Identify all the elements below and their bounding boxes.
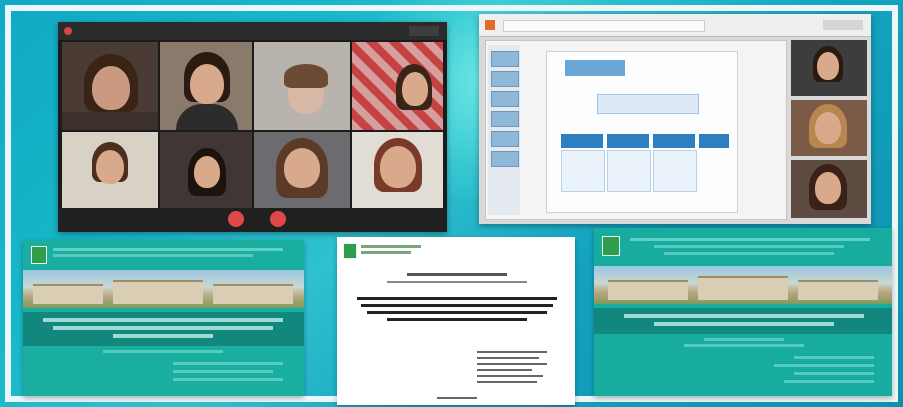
- participant-tile: [62, 42, 158, 130]
- participant-tile: [160, 132, 252, 208]
- university-emblem-icon: [343, 243, 357, 259]
- record-dot-icon: [64, 27, 72, 35]
- campus-photo-banner: [594, 266, 892, 304]
- title-slide-left: [23, 240, 304, 396]
- participant-tile: [791, 160, 867, 218]
- browser-toolbar: [479, 14, 871, 37]
- title-bar: [23, 312, 304, 346]
- participant-tile: [352, 132, 443, 208]
- title-slide-right: [594, 228, 892, 396]
- participant-tile: [791, 40, 867, 96]
- participant-tile: [352, 42, 443, 130]
- video-call-screen: [58, 22, 447, 232]
- window-controls: [409, 26, 439, 36]
- slide-thumbnails: [488, 45, 520, 215]
- participant-tile: [160, 42, 252, 130]
- hang-up-icon: [270, 211, 286, 227]
- title-page-document: [337, 237, 575, 405]
- presentation-screen: [479, 14, 871, 224]
- mute-icon: [228, 211, 244, 227]
- shared-slide-area: [485, 40, 787, 220]
- slide-canvas: [546, 51, 738, 213]
- participant-tile: [62, 132, 158, 208]
- title-bar: [594, 308, 892, 334]
- university-emblem-icon: [31, 246, 47, 264]
- call-controls: [58, 208, 447, 232]
- participant-tile: [254, 132, 350, 208]
- participant-tile: [254, 42, 350, 130]
- participant-tile: [791, 100, 867, 156]
- photo-collage: [0, 0, 903, 407]
- campus-photo-banner: [23, 270, 304, 308]
- university-emblem-icon: [602, 236, 620, 256]
- call-title-bar: [58, 22, 447, 40]
